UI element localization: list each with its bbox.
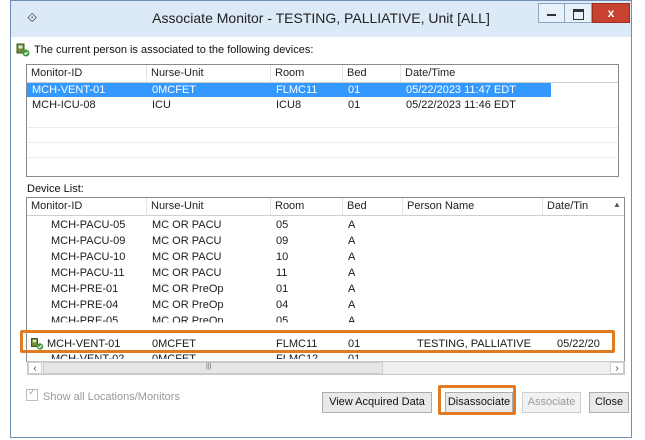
cell-room: FLMC11 (276, 84, 318, 96)
horizontal-scrollbar[interactable]: ‹ ||| › (27, 361, 625, 375)
table-row[interactable]: MCH-PACU-10 MC OR PACU 10 A (27, 250, 612, 264)
minimize-button[interactable] (538, 3, 565, 23)
cell-room: 05 (276, 219, 289, 231)
cell-room: 11 (276, 267, 288, 279)
cell-nurse-unit: MC OR PreOp (152, 299, 224, 311)
column-header[interactable]: Person Name (403, 198, 543, 215)
table-row[interactable]: MCH-PACU-11 MC OR PACU 11 A (27, 266, 612, 280)
table-row[interactable]: MCH-PACU-05 MC OR PACU 05 A (27, 218, 612, 232)
view-acquired-data-button[interactable]: View Acquired Data (322, 392, 432, 413)
cell-nurse-unit: MC OR PACU (152, 235, 222, 247)
cell-datetime: 05/22/2023 11:46 EDT (406, 99, 516, 111)
cell-monitor-id: MCH-VENT-01 (32, 84, 106, 96)
table-row-selected[interactable]: MCH-VENT-01 0MCFET FLMC11 01 05/22/2023 … (27, 83, 551, 97)
cell-bed: A (348, 219, 356, 231)
show-all-checkbox[interactable]: Show all Locations/Monitors (26, 387, 180, 403)
empty-row (27, 127, 618, 142)
scroll-up-icon[interactable]: ▲ (611, 198, 623, 212)
cell-room: 10 (276, 251, 289, 263)
cell-datetime: 05/22/2023 11:47 EDT (406, 84, 516, 96)
cell-monitor-id: MCH-PACU-11 (51, 267, 125, 279)
cell-bed: 01 (348, 84, 361, 96)
cell-nurse-unit: MC OR PACU (152, 219, 222, 231)
cell-bed: A (348, 235, 356, 247)
cell-monitor-id: MCH-PRE-05 (51, 315, 119, 327)
table-row[interactable]: MCH-PRE-04 MC OR PreOp 04 A (27, 298, 612, 312)
cell-nurse-unit: MC OR PreOp (152, 283, 224, 295)
column-header[interactable]: Date/Tin (543, 198, 613, 215)
column-header[interactable]: Room (271, 65, 343, 82)
cell-monitor-id: MCH-PACU-10 (51, 251, 126, 263)
cell-bed: A (348, 315, 356, 327)
cell-nurse-unit: MC OR PACU (152, 251, 222, 263)
table-row[interactable]: MCH-PRE-01 MC OR PreOp 01 A (27, 282, 612, 296)
cell-monitor-id: MCH-PRE-01 (51, 283, 119, 295)
close-window-button[interactable]: x (592, 3, 630, 23)
associated-devices-icon (16, 43, 30, 57)
table-header: Monitor-ID Nurse-Unit Room Bed Date/Time (27, 65, 618, 83)
row-highlight-annotation (20, 330, 615, 353)
cell-monitor-id: MCH-ICU-08 (32, 99, 96, 111)
table-row[interactable]: MCH-PACU-09 MC OR PACU 09 A (27, 234, 612, 248)
cell-room: 05 (276, 315, 289, 327)
checkbox-icon[interactable] (26, 387, 38, 401)
cell-monitor-id: MCH-PACU-09 (51, 235, 126, 247)
show-all-label: Show all Locations/Monitors (43, 391, 180, 403)
current-devices-table: Monitor-ID Nurse-Unit Room Bed Date/Time… (26, 64, 619, 177)
device-list-label: Device List: (27, 183, 84, 195)
table-row[interactable]: MCH-PRE-05 MC OR PreOp 05 A (27, 314, 612, 327)
cell-room: 01 (276, 283, 289, 295)
cell-nurse-unit: ICU (152, 99, 171, 111)
table-row[interactable]: MCH-ICU-08 ICU ICU8 01 05/22/2023 11:46 … (27, 98, 551, 112)
current-devices-label: The current person is associated to the … (34, 44, 314, 56)
cell-room: 04 (276, 299, 289, 311)
column-header[interactable]: Nurse-Unit (147, 65, 271, 82)
column-header[interactable]: Room (271, 198, 343, 215)
column-header[interactable]: Monitor-ID (27, 65, 147, 82)
cell-bed: A (348, 299, 356, 311)
button-highlight-annotation (438, 385, 516, 415)
empty-row (27, 142, 618, 157)
empty-row (27, 157, 618, 172)
table-header: Monitor-ID Nurse-Unit Room Bed Person Na… (27, 198, 624, 216)
cell-monitor-id: MCH-PACU-05 (51, 219, 126, 231)
cell-bed: A (348, 283, 356, 295)
maximize-button[interactable] (565, 3, 592, 23)
cell-nurse-unit: 0MCFET (152, 84, 196, 96)
cell-bed: 01 (348, 99, 361, 111)
grip-icon: ||| (206, 363, 212, 370)
cell-nurse-unit: MC OR PreOp (152, 315, 224, 327)
cell-room: 09 (276, 235, 289, 247)
scroll-right-icon[interactable]: › (610, 362, 624, 374)
column-header[interactable]: Bed (343, 65, 401, 82)
title-bar[interactable]: ⟐ Associate Monitor - TESTING, PALLIATIV… (11, 1, 631, 37)
close-button[interactable]: Close (589, 392, 629, 413)
scroll-left-icon[interactable]: ‹ (28, 362, 42, 374)
column-header[interactable]: Bed (343, 198, 403, 215)
associate-button[interactable]: Associate (522, 392, 581, 413)
column-header[interactable]: Monitor-ID (27, 198, 147, 215)
column-header[interactable]: Date/Time (401, 65, 618, 82)
cell-nurse-unit: MC OR PACU (152, 267, 222, 279)
cell-room: ICU8 (276, 99, 302, 111)
column-header[interactable]: Nurse-Unit (147, 198, 271, 215)
cell-bed: A (348, 251, 356, 263)
cell-bed: A (348, 267, 356, 279)
scrollbar-thumb[interactable] (43, 362, 383, 374)
cell-monitor-id: MCH-PRE-04 (51, 299, 119, 311)
